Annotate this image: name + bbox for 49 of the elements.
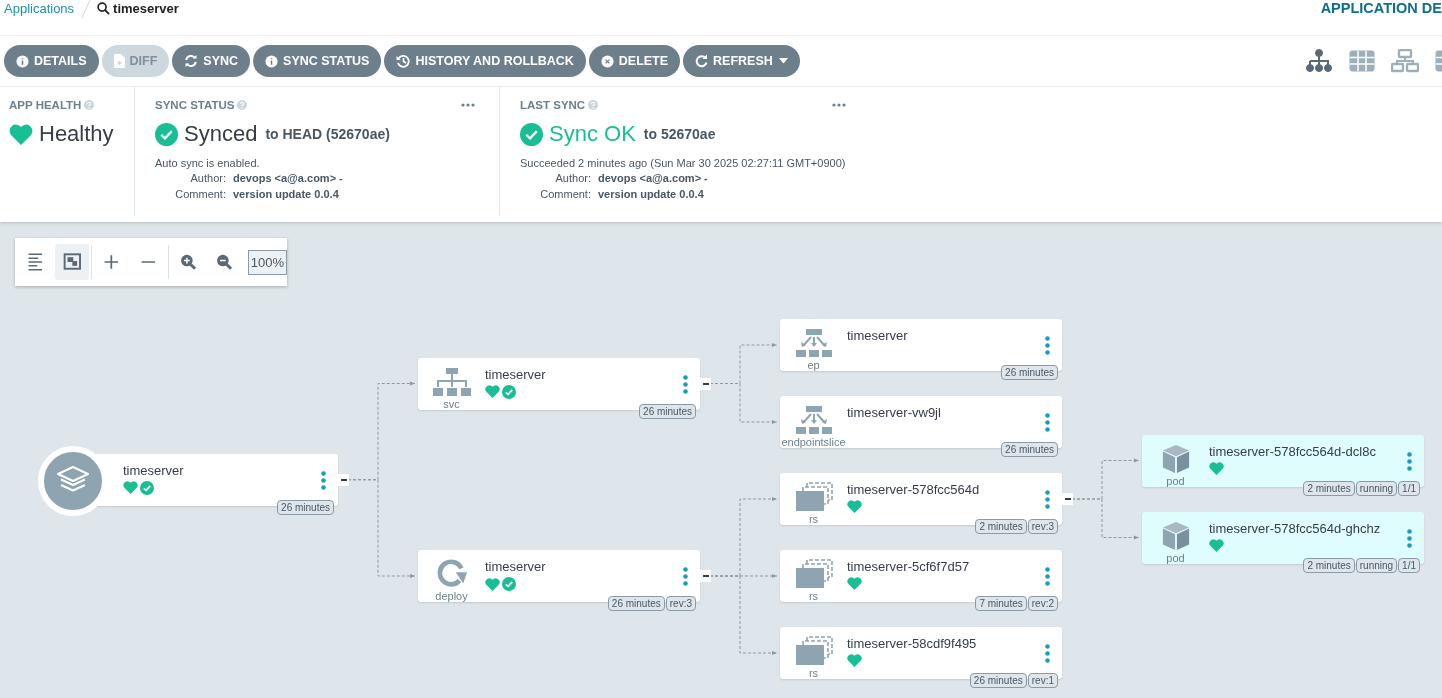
breadcrumb-current: timeserver [113,1,179,16]
resource-name: timeserver-578fcc564d [847,482,980,497]
detail-label: Author: [189,172,226,185]
resource-name: timeserver [847,328,908,343]
kind-label: pod [1166,474,1185,487]
detail-label: Comment: [539,188,591,201]
revision-text: to 52670ae [643,126,716,142]
panel-title: LAST SYNC [520,99,586,111]
resource-name: timeserver-5cf6f7d57 [847,559,970,574]
resource-name: timeserver [123,462,184,478]
info-tag: rev:1 [1027,673,1058,688]
kind-label: rs [808,667,819,679]
panel-title: APP HEALTH [9,99,82,111]
kind-label: rs [808,513,819,525]
detail-label: Author: [554,172,591,185]
page-title: APPLICATION DE [1320,0,1442,16]
kind-label: svc [443,397,460,410]
resource-name: timeserver-58cdf9f495 [847,636,977,651]
status-text: Synced [184,121,258,147]
kind-label: ep [807,359,820,371]
resource-name: timeserver [485,366,546,382]
kind-label: rs [808,590,819,602]
info-tag: rev:3 [665,596,696,611]
info-tag: rev:3 [1027,519,1058,534]
info-tag: 26 minutes [969,673,1027,688]
resource-name: timeserver [485,559,546,574]
kind-label: pod [1166,551,1185,564]
info-tag: 26 minutes [1001,442,1058,457]
status-note: Succeeded 2 minutes ago (Sun Mar 30 2025 02:27:11 GMT+0900) [520,157,847,169]
resource-name: timeserver-578fcc564d-ghchz [1209,520,1381,536]
info-tag: rev:2 [1027,596,1058,611]
panel-title: SYNC STATUS [155,99,235,111]
detail-value: devops <a@a.com> - [233,172,343,185]
kind-label: endpointslice [781,436,846,448]
revision-text: to HEAD (52670ae) [265,126,390,142]
detail-value: devops <a@a.com> - [598,172,708,185]
resource-name: timeserver-vw9jl [847,405,941,420]
detail-value: version update 0.0.4 [233,188,339,201]
detail-label: Comment: [174,188,226,201]
status-note: Auto sync is enabled. [155,157,261,169]
info-tag: 2 minutes [975,519,1027,534]
info-tag: 26 minutes [607,596,665,611]
kind-label: deploy [435,590,468,602]
resource-name: timeserver-578fcc564d-dcl8c [1209,443,1376,459]
info-tag: 7 minutes [975,596,1027,611]
info-tag: 26 minutes [1001,365,1058,380]
status-text: Sync OK [549,121,636,147]
status-text: Healthy [39,121,114,147]
detail-value: version update 0.0.4 [598,188,704,201]
